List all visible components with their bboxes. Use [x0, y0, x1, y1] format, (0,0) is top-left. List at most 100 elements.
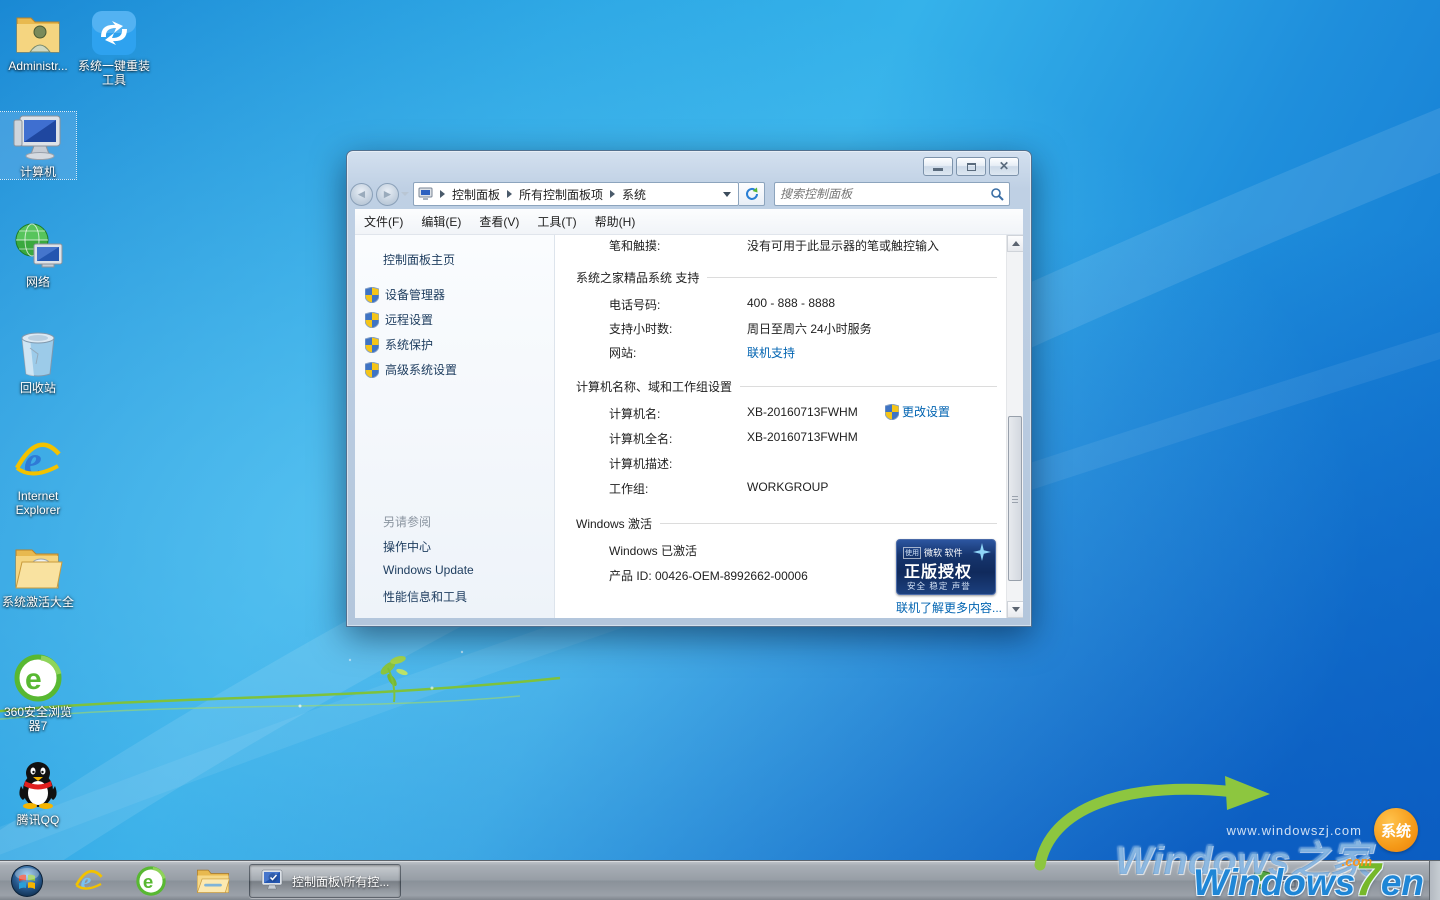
uac-shield-icon — [365, 362, 379, 378]
desktop-icon-qq[interactable]: 腾讯QQ — [0, 760, 76, 827]
menu-file[interactable]: 文件(F) — [355, 213, 412, 230]
breadcrumb-all-items[interactable]: 所有控制面板项 — [519, 186, 603, 203]
address-dropdown-icon[interactable] — [723, 192, 731, 197]
window-titlebar[interactable]: ✕ — [347, 151, 1031, 179]
scroll-down-button[interactable] — [1007, 601, 1023, 618]
search-icon[interactable] — [990, 187, 1004, 201]
sidebar-system-protection[interactable]: 系统保护 — [365, 336, 433, 353]
sidebar-control-panel-home[interactable]: 控制面板主页 — [383, 251, 455, 268]
windows-start-orb-icon — [10, 864, 44, 898]
window-content: 控制面板主页 设备管理器 远程设置 — [355, 235, 1023, 618]
sidebar-device-manager[interactable]: 设备管理器 — [365, 286, 445, 303]
desktop-icon-360-browser[interactable]: e 360安全浏览器7 — [0, 652, 76, 733]
breadcrumb-separator-icon — [507, 190, 512, 198]
refresh-button[interactable] — [739, 182, 765, 206]
sidebar-task-label: 远程设置 — [385, 311, 433, 328]
sidebar-performance-tools[interactable]: 性能信息和工具 — [383, 588, 467, 605]
close-button[interactable]: ✕ — [989, 157, 1019, 176]
menu-view[interactable]: 查看(V) — [470, 213, 528, 230]
menu-edit[interactable]: 编辑(E) — [412, 213, 470, 230]
watermark-badge: 系统 — [1374, 808, 1418, 852]
volume-tray-icon[interactable] — [1305, 873, 1320, 887]
support-hours-value: 周日至周六 24小时服务 — [747, 320, 872, 337]
breadcrumb-control-panel[interactable]: 控制面板 — [452, 186, 500, 203]
phone-value: 400 - 888 - 8888 — [747, 296, 835, 310]
svg-text:e: e — [143, 871, 153, 892]
maximize-button[interactable] — [956, 157, 986, 176]
change-settings-link[interactable]: 更改设置 — [885, 403, 950, 420]
taskbar-active-task[interactable]: 控制面板\所有控... — [249, 864, 401, 898]
scroll-down-icon — [1012, 607, 1020, 612]
scroll-up-button[interactable] — [1007, 235, 1023, 252]
sparkle-star-icon — [973, 543, 991, 561]
activation-status: Windows 已激活 — [609, 542, 697, 559]
system-page-icon — [418, 187, 433, 201]
workgroup-value: WORKGROUP — [747, 480, 828, 494]
taskbar-360-browser[interactable]: e — [134, 864, 168, 898]
website-label: 网站: — [609, 344, 636, 361]
back-button[interactable]: ◄ — [350, 183, 373, 206]
badge-line3: 安全 稳定 声誉 — [907, 580, 971, 592]
close-icon: ✕ — [990, 159, 1018, 173]
genuine-license-badge[interactable]: 使用 微软 软件 正版授权 安全 稳定 声誉 — [896, 539, 996, 595]
desktop-icon-label: 计算机 — [0, 165, 76, 179]
desktop-icon-network[interactable]: 网络 — [0, 222, 76, 289]
forward-button[interactable]: ► — [376, 183, 399, 206]
sidebar-action-center[interactable]: 操作中心 — [383, 538, 431, 555]
control-panel-task-icon — [258, 869, 284, 893]
sidebar-remote-settings[interactable]: 远程设置 — [365, 311, 433, 328]
uac-shield-icon — [885, 404, 899, 420]
network-tray-icon[interactable] — [1279, 873, 1296, 888]
menu-tools[interactable]: 工具(T) — [528, 213, 585, 230]
sidebar-task-label: 系统保护 — [385, 336, 433, 353]
minimize-button[interactable] — [923, 157, 953, 176]
breadcrumb-system[interactable]: 系统 — [622, 186, 646, 203]
search-box[interactable] — [774, 182, 1010, 206]
desktop-icon-reinstall-tool[interactable]: 系统一键重装工具 — [76, 6, 152, 87]
desktop-icon-computer[interactable]: 计算机 — [0, 112, 76, 179]
active-task-label: 控制面板\所有控... — [292, 873, 389, 890]
computer-icon — [0, 112, 76, 162]
activation-section-title: Windows 激活 — [576, 515, 997, 532]
uac-shield-icon — [365, 337, 379, 353]
taskbar-internet-explorer[interactable]: e — [72, 864, 106, 898]
desktop-icon-activation-folder[interactable]: 系统激活大全 — [0, 542, 76, 609]
breadcrumb-separator-icon — [610, 190, 615, 198]
scrollbar-thumb[interactable] — [1008, 416, 1022, 581]
folder-icon — [196, 867, 230, 895]
start-button[interactable] — [10, 864, 44, 898]
360-browser-icon: e — [0, 652, 76, 702]
desktop: Administr... 系统一键重装工具 计算机 — [0, 0, 1440, 900]
show-desktop-button[interactable] — [1429, 861, 1440, 900]
system-tray — [1245, 871, 1320, 889]
desktop-icon-label: 回收站 — [0, 381, 76, 395]
product-id: 产品 ID: 00426-OEM-8992662-00006 — [609, 567, 808, 584]
sidebar-advanced-settings[interactable]: 高级系统设置 — [365, 361, 457, 378]
desktop-icon-label: 腾讯QQ — [0, 813, 76, 827]
search-input[interactable] — [780, 187, 990, 201]
360-browser-icon: e — [136, 866, 166, 896]
taskbar-explorer-folder[interactable] — [196, 864, 230, 898]
desktop-icon-internet-explorer[interactable]: e Internet Explorer — [0, 436, 76, 517]
address-bar[interactable]: 控制面板 所有控制面板项 系统 — [413, 182, 739, 206]
system-control-panel-window: ✕ ◄ ► 控制面板 所有控制面板项 系统 — [346, 150, 1032, 627]
sidebar-windows-update[interactable]: Windows Update — [383, 563, 474, 577]
svg-text:e: e — [25, 663, 42, 696]
menu-help[interactable]: 帮助(H) — [586, 213, 645, 230]
maximize-icon — [967, 163, 976, 171]
breadcrumb-separator-icon — [440, 190, 445, 198]
online-support-link[interactable]: 联机支持 — [747, 344, 795, 361]
uac-shield-icon — [365, 312, 379, 328]
learn-more-online-link[interactable]: 联机了解更多内容... — [896, 599, 1002, 616]
recent-pages-dropdown-icon[interactable] — [401, 192, 409, 196]
desktop-icon-label: Administr... — [0, 59, 76, 73]
user-folder-icon — [0, 6, 76, 56]
desktop-icon-recycle-bin[interactable]: 回收站 — [0, 328, 76, 395]
sidebar-see-also-header: 另请参阅 — [383, 513, 431, 530]
vertical-scrollbar[interactable] — [1006, 235, 1023, 618]
internet-explorer-icon: e — [73, 866, 105, 896]
desktop-icon-administrator[interactable]: Administr... — [0, 6, 76, 73]
sidebar-task-label: 高级系统设置 — [385, 361, 457, 378]
action-center-icon[interactable] — [1254, 871, 1270, 889]
full-name-value: XB-20160713FWHM — [747, 430, 858, 444]
